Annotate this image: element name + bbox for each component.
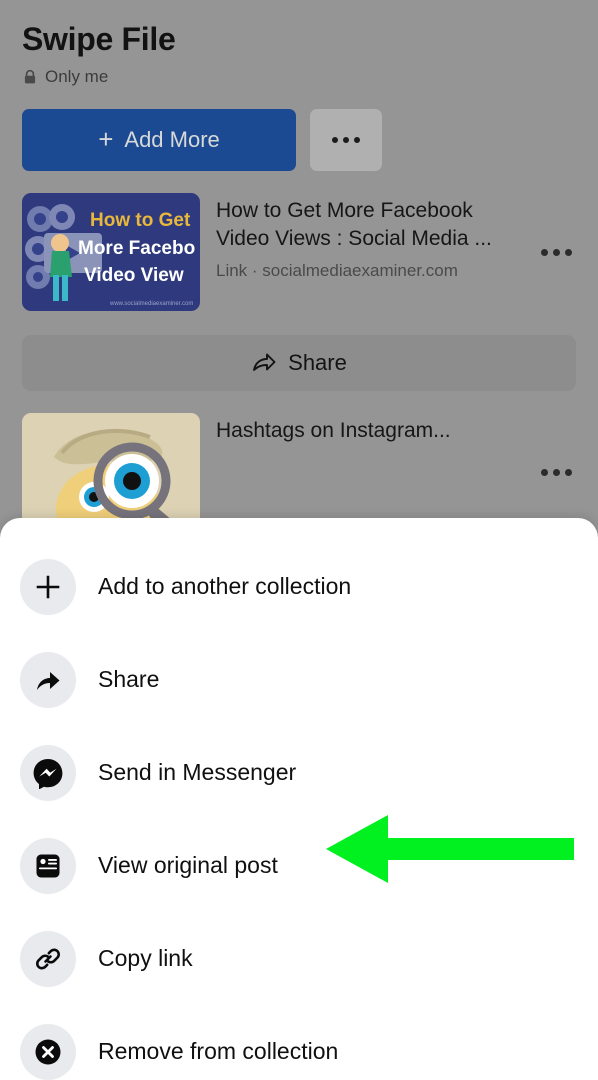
collection-actions: + Add More	[0, 109, 598, 172]
menu-item-label: Send in Messenger	[98, 759, 297, 785]
saved-item-thumbnail: How to Get More Facebo Video View www.so…	[22, 193, 200, 312]
svg-text:Video View: Video View	[84, 265, 184, 286]
kebab-menu-icon	[553, 468, 560, 476]
menu-item-add-to-another-collection[interactable]: Add to another collection	[0, 540, 598, 633]
saved-item-card[interactable]: How to Get More Facebo Video View www.so…	[0, 193, 598, 312]
kebab-menu-icon	[343, 137, 349, 144]
messenger-icon	[20, 744, 76, 801]
lock-icon	[22, 69, 38, 85]
collection-more-button[interactable]	[310, 109, 382, 172]
options-bottom-sheet: Add to another collection Share Send in …	[0, 518, 598, 1080]
close-circle-icon	[20, 1023, 76, 1080]
svg-text:More Facebo: More Facebo	[78, 238, 195, 259]
kebab-menu-icon	[565, 248, 572, 256]
kebab-menu-icon	[354, 137, 360, 144]
link-chain-icon	[20, 930, 76, 987]
saved-item-details: How to Get More Facebook Video Views : S…	[216, 193, 521, 281]
saved-item-overflow-button[interactable]	[537, 468, 576, 476]
page-title: Swipe File	[22, 21, 176, 57]
saved-item-card[interactable]: Hashtags on Instagram...	[0, 413, 598, 532]
kebab-menu-icon	[553, 248, 560, 256]
share-arrow-icon	[251, 349, 277, 378]
add-more-label: Add More	[124, 127, 220, 153]
menu-item-copy-link[interactable]: Copy link	[0, 912, 598, 1005]
menu-item-label: Remove from collection	[98, 1038, 339, 1064]
svg-text:How to Get: How to Get	[90, 210, 191, 231]
saved-item-overflow-button[interactable]	[537, 248, 576, 256]
share-label: Share	[288, 350, 347, 376]
menu-item-label: Copy link	[98, 945, 193, 971]
saved-item-title: How to Get More Facebook Video Views : S…	[216, 199, 492, 251]
collection-header: Swipe File Only me	[0, 0, 598, 87]
privacy-row: Only me	[22, 67, 576, 87]
share-button[interactable]: Share	[22, 335, 576, 392]
plus-icon	[20, 558, 76, 615]
menu-item-send-in-messenger[interactable]: Send in Messenger	[0, 726, 598, 819]
post-card-icon	[20, 837, 76, 894]
privacy-label: Only me	[45, 67, 109, 87]
menu-item-label: Add to another collection	[98, 573, 352, 599]
kebab-menu-icon	[565, 468, 572, 476]
kebab-menu-icon	[541, 468, 548, 476]
kebab-menu-icon	[332, 137, 338, 144]
saved-item-thumbnail	[22, 413, 200, 532]
share-arrow-icon	[20, 651, 76, 708]
menu-item-label: View original post	[98, 852, 278, 878]
menu-item-label: Share	[98, 666, 160, 692]
saved-item-title: Hashtags on Instagram...	[216, 419, 451, 443]
add-more-button[interactable]: + Add More	[22, 109, 296, 172]
menu-item-remove-from-collection[interactable]: Remove from collection	[0, 1005, 598, 1080]
menu-item-share[interactable]: Share	[0, 633, 598, 726]
menu-item-view-original-post[interactable]: View original post	[0, 819, 598, 912]
saved-item-details: Hashtags on Instagram...	[216, 413, 521, 445]
kebab-menu-icon	[541, 248, 548, 256]
svg-text:www.socialmediaexaminer.com: www.socialmediaexaminer.com	[109, 301, 193, 307]
saved-item-meta: Link · socialmediaexaminer.com	[216, 261, 458, 281]
